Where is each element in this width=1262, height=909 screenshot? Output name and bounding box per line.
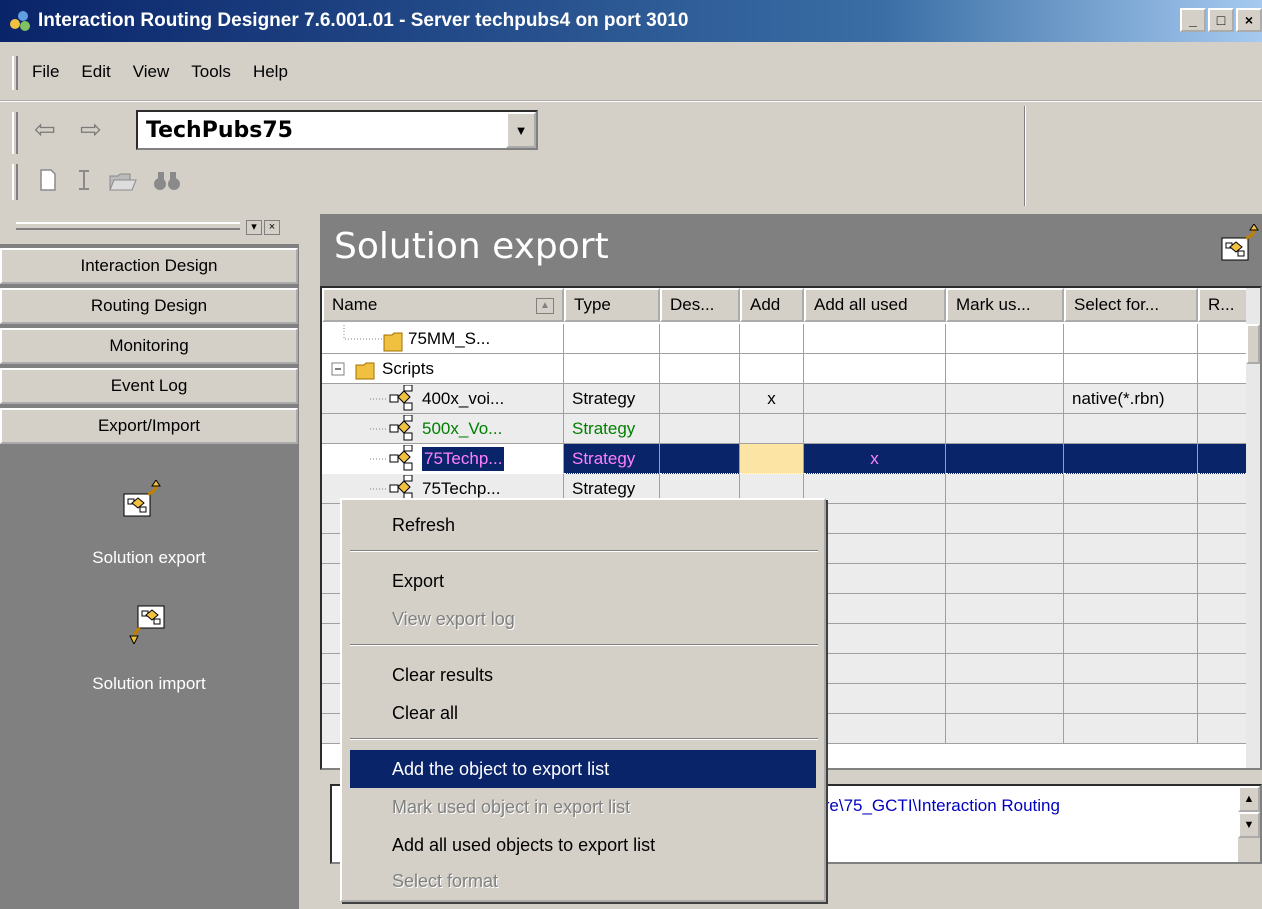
grid-header: Name ▲ Type Des... Add Add all used Mark… [322, 288, 1250, 322]
row-select-format[interactable]: native(*.rbn) [1064, 384, 1198, 414]
context-menu: Refresh Export View export log Clear res… [340, 498, 826, 902]
tab-monitoring[interactable]: Monitoring [0, 328, 298, 364]
tree-collapse-icon[interactable] [330, 355, 378, 383]
panel-grip[interactable] [16, 222, 240, 230]
page-title: Solution export [334, 226, 609, 267]
grid-scrollbar[interactable] [1246, 288, 1260, 768]
tab-event-log[interactable]: Event Log [0, 368, 298, 404]
table-row[interactable]: Scripts [322, 354, 1250, 384]
row-name: Scripts [382, 358, 434, 378]
minimize-button[interactable]: _ [1180, 8, 1206, 32]
open-folder-icon[interactable] [108, 168, 138, 192]
solution-export-header: Solution export [320, 214, 1262, 286]
tab-interaction-design[interactable]: Interaction Design [0, 248, 298, 284]
title-bar: Interaction Routing Designer 7.6.001.01 … [0, 0, 1262, 42]
menu-edit[interactable]: Edit [81, 62, 110, 82]
column-header-label: Name [332, 295, 378, 314]
menu-bar: File Edit View Tools Help [0, 44, 1262, 102]
sort-ascending-icon: ▲ [536, 298, 554, 314]
window-title: Interaction Routing Designer 7.6.001.01 … [38, 10, 689, 31]
menu-item-add-all-used-objects[interactable]: Add all used objects to export list [350, 826, 816, 864]
scroll-down-icon[interactable]: ▼ [1238, 812, 1260, 838]
column-header-mark-used[interactable]: Mark us... [946, 288, 1064, 322]
menu-item-view-export-log[interactable]: View export log [350, 600, 816, 638]
menu-item-select-format[interactable]: Select format [350, 862, 816, 900]
close-button[interactable]: × [1236, 8, 1262, 32]
menu-item-mark-used-object[interactable]: Mark used object in export list [350, 788, 816, 826]
column-header-description[interactable]: Des... [660, 288, 740, 322]
maximize-button[interactable]: □ [1208, 8, 1234, 32]
text-cursor-icon[interactable] [76, 168, 92, 192]
tab-routing-design[interactable]: Routing Design [0, 288, 298, 324]
menu-separator [350, 644, 818, 646]
menu-file[interactable]: File [32, 62, 59, 82]
menu-view[interactable]: View [133, 62, 170, 82]
scroll-up-icon[interactable]: ▲ [1238, 786, 1260, 812]
row-name: 400x_voi... [422, 388, 505, 408]
solution-import-icon[interactable] [128, 602, 170, 644]
row-add-all-used[interactable]: x [804, 444, 946, 474]
solution-import-label[interactable]: Solution import [0, 674, 298, 694]
server-combo-value: TechPubs75 [146, 118, 293, 143]
column-header-select-format[interactable]: Select for... [1064, 288, 1198, 322]
find-binoculars-icon[interactable] [152, 168, 182, 192]
toolbar-separator [1024, 106, 1026, 206]
menubar-grip[interactable] [12, 56, 18, 90]
row-type: Strategy [564, 444, 660, 474]
table-row-selected[interactable]: 75Techp... Strategy x [322, 444, 1250, 474]
table-row[interactable]: 75MM_S... [322, 324, 1250, 354]
toolbar: ⇦ ⇨ TechPubs75 ▼ [0, 102, 1262, 210]
row-name: 75Techp... [422, 478, 501, 498]
new-document-icon[interactable] [38, 168, 58, 192]
column-header-add-all-used[interactable]: Add all used [804, 288, 946, 322]
forward-arrow-icon[interactable]: ⇨ [80, 114, 102, 145]
row-add-cell[interactable] [740, 444, 804, 474]
chevron-down-icon[interactable]: ▼ [506, 112, 536, 148]
back-arrow-icon[interactable]: ⇦ [34, 114, 56, 145]
column-header-add[interactable]: Add [740, 288, 804, 322]
menu-item-refresh[interactable]: Refresh [350, 506, 816, 544]
panel-close-icon[interactable]: × [264, 220, 280, 235]
panel-menu-icon[interactable]: ▾ [246, 220, 262, 235]
row-type: Strategy [564, 384, 660, 414]
table-row[interactable]: 500x_Vo... Strategy [322, 414, 1250, 444]
table-row[interactable]: 400x_voi... Strategy x native(*.rbn) [322, 384, 1250, 414]
row-name: 75MM_S... [408, 328, 491, 348]
strategy-icon [370, 414, 413, 440]
toolbar-grip[interactable] [12, 112, 18, 154]
left-panel-header: ▾ × [0, 214, 302, 244]
column-header-r[interactable]: R... [1198, 288, 1250, 322]
scrollbar-thumb[interactable] [1246, 324, 1260, 364]
menu-item-export[interactable]: Export [350, 562, 816, 600]
column-header-name[interactable]: Name ▲ [322, 288, 564, 322]
server-combo[interactable]: TechPubs75 ▼ [136, 110, 538, 150]
app-icon [8, 9, 32, 33]
solution-export-label[interactable]: Solution export [0, 548, 298, 568]
menu-help[interactable]: Help [253, 62, 288, 82]
strategy-icon [370, 384, 413, 410]
log-path-text: ware\75_GCTI\Interaction Routing [802, 796, 1060, 815]
toolbar-grip[interactable] [12, 164, 18, 200]
solution-export-icon[interactable] [122, 480, 164, 520]
solution-export-icon [1221, 224, 1259, 261]
tab-export-import[interactable]: Export/Import [0, 408, 298, 444]
column-header-type[interactable]: Type [564, 288, 660, 322]
left-panel: ▾ × Interaction Design Routing Design Mo… [0, 214, 302, 909]
strategy-icon [370, 444, 413, 470]
menu-item-clear-all[interactable]: Clear all [350, 694, 816, 732]
menu-separator [350, 550, 818, 552]
menu-separator [350, 738, 818, 740]
row-add[interactable]: x [740, 384, 804, 414]
row-name: 500x_Vo... [422, 418, 503, 438]
menu-tools[interactable]: Tools [191, 62, 231, 82]
row-name: 75Techp... [422, 446, 505, 471]
row-type: Strategy [564, 414, 660, 444]
menu-item-add-object-to-export[interactable]: Add the object to export list [350, 750, 816, 788]
menu-item-clear-results[interactable]: Clear results [350, 656, 816, 694]
log-scrollbar[interactable]: ▲ ▼ [1238, 786, 1260, 862]
tree-connector [343, 324, 403, 351]
